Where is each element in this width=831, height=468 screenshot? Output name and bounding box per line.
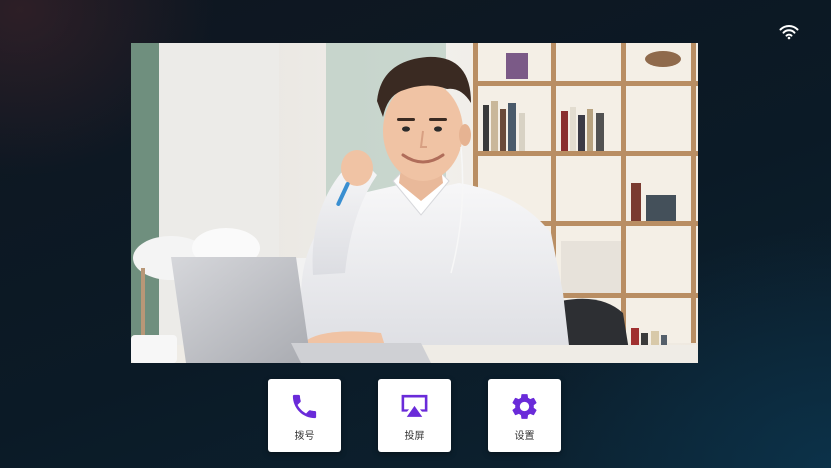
wifi-icon [779,24,799,40]
video-feed[interactable] [131,43,698,363]
gear-icon [509,391,540,422]
dial-button[interactable]: 拨号 [268,379,341,452]
dial-label: 拨号 [294,431,315,442]
screen-cast-icon [399,391,430,422]
screen-cast-label: 投屏 [404,431,425,442]
settings-button[interactable]: 设置 [488,379,561,452]
settings-label: 设置 [514,431,535,442]
phone-icon [289,391,320,422]
action-dock: 拨号 投屏 设置 [268,379,562,452]
screen-cast-button[interactable]: 投屏 [378,379,451,452]
